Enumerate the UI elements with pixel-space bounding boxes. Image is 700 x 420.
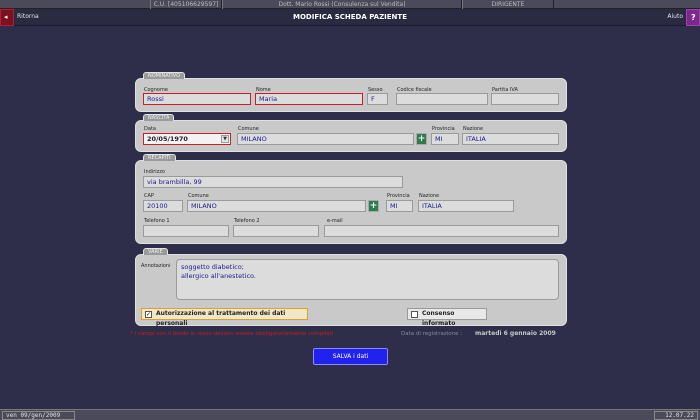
cu-code: C.U. [405106629597] xyxy=(150,0,222,9)
recapiti-tab: RECAPITI xyxy=(143,154,176,161)
user-role: DIRIGENTE xyxy=(462,0,554,9)
save-button[interactable]: SALVA i dati xyxy=(313,348,388,365)
cognome-field[interactable]: Rossi xyxy=(143,93,251,105)
comune-nascita-field[interactable]: MILANO xyxy=(237,133,414,145)
registration-date: martedì 6 gennaio 2009 xyxy=(475,330,556,337)
annotazioni-textarea[interactable]: soggetto diabetico; allergico all'aneste… xyxy=(176,259,559,300)
telefono2-field[interactable] xyxy=(233,225,319,237)
data-nascita-field[interactable]: 20/05/1970 ▼ xyxy=(143,133,231,145)
comune-label: Comune xyxy=(188,193,209,199)
provincia-nascita-label: Provincia xyxy=(432,126,455,132)
nazione-nascita-label: Nazione xyxy=(463,126,484,132)
nascita-tab: NASCITA xyxy=(143,114,175,121)
telefono2-label: Telefono 2 xyxy=(234,218,260,224)
consenso-checkbox[interactable]: Consenso informato xyxy=(407,308,487,327)
data-label: Data xyxy=(144,126,156,132)
annotazioni-label: Annotazioni xyxy=(141,263,171,269)
add-comune-nascita-button[interactable]: + xyxy=(416,133,427,145)
comune-field[interactable]: MILANO xyxy=(187,200,366,212)
sesso-field[interactable]: F xyxy=(367,93,388,105)
indirizzo-field[interactable]: via brambilla, 99 xyxy=(143,176,403,188)
telefono1-field[interactable] xyxy=(143,225,229,237)
comune-nascita-label: Comune xyxy=(238,126,259,132)
nazione-nascita-field[interactable]: ITALIA xyxy=(462,133,559,145)
autorizzazione-checkbox[interactable]: ✓ Autorizzazione al trattamento dei dati… xyxy=(141,308,308,327)
page-title: MODIFICA SCHEDA PAZIENTE xyxy=(293,13,407,21)
doctor-name: Dott. Mario Rossi (Consulenza sul Vendit… xyxy=(222,0,462,9)
checkbox-checked-icon: ✓ xyxy=(145,311,152,318)
varie-tab: VARIE xyxy=(143,248,168,255)
data-nascita-value: 20/05/1970 xyxy=(147,135,188,143)
top-info-bar: C.U. [405106629597] Dott. Mario Rossi (C… xyxy=(0,0,700,9)
nazione-field[interactable]: ITALIA xyxy=(418,200,514,212)
nome-field[interactable]: Maria xyxy=(255,93,363,105)
email-field[interactable] xyxy=(324,225,559,237)
registration-label: Data di registrazione : xyxy=(401,331,463,337)
codice-fiscale-field[interactable] xyxy=(396,93,488,105)
partita-iva-field[interactable] xyxy=(491,93,559,105)
chevron-down-icon[interactable]: ▼ xyxy=(221,135,229,143)
cap-field[interactable]: 20100 xyxy=(143,200,183,212)
help-icon: ? xyxy=(691,13,696,22)
consenso-label: Consenso informato xyxy=(422,310,456,327)
status-date: ven 09/gen/2009 xyxy=(2,411,75,420)
status-time: 12.07.22 xyxy=(654,411,698,420)
provincia-field[interactable]: MI xyxy=(386,200,413,212)
help-button[interactable]: ? xyxy=(686,9,700,26)
help-label[interactable]: Aiuto xyxy=(667,13,683,20)
indirizzo-label: Indirizzo xyxy=(144,169,165,175)
checkbox-unchecked-icon xyxy=(411,311,418,318)
telefono1-label: Telefono 1 xyxy=(144,218,170,224)
status-bar: ven 09/gen/2009 12.07.22 xyxy=(0,409,700,420)
nominativo-tab: NOMINATIVO xyxy=(143,72,186,79)
email-label: e-mail xyxy=(327,218,343,224)
provincia-label: Provincia xyxy=(387,193,410,199)
cap-label: CAP xyxy=(144,193,154,199)
add-comune-button[interactable]: + xyxy=(368,200,379,212)
nazione-label: Nazione xyxy=(419,193,440,199)
required-fields-note: * I campi con il bordo in rosso devono e… xyxy=(130,331,334,337)
provincia-nascita-field[interactable]: MI xyxy=(431,133,459,145)
